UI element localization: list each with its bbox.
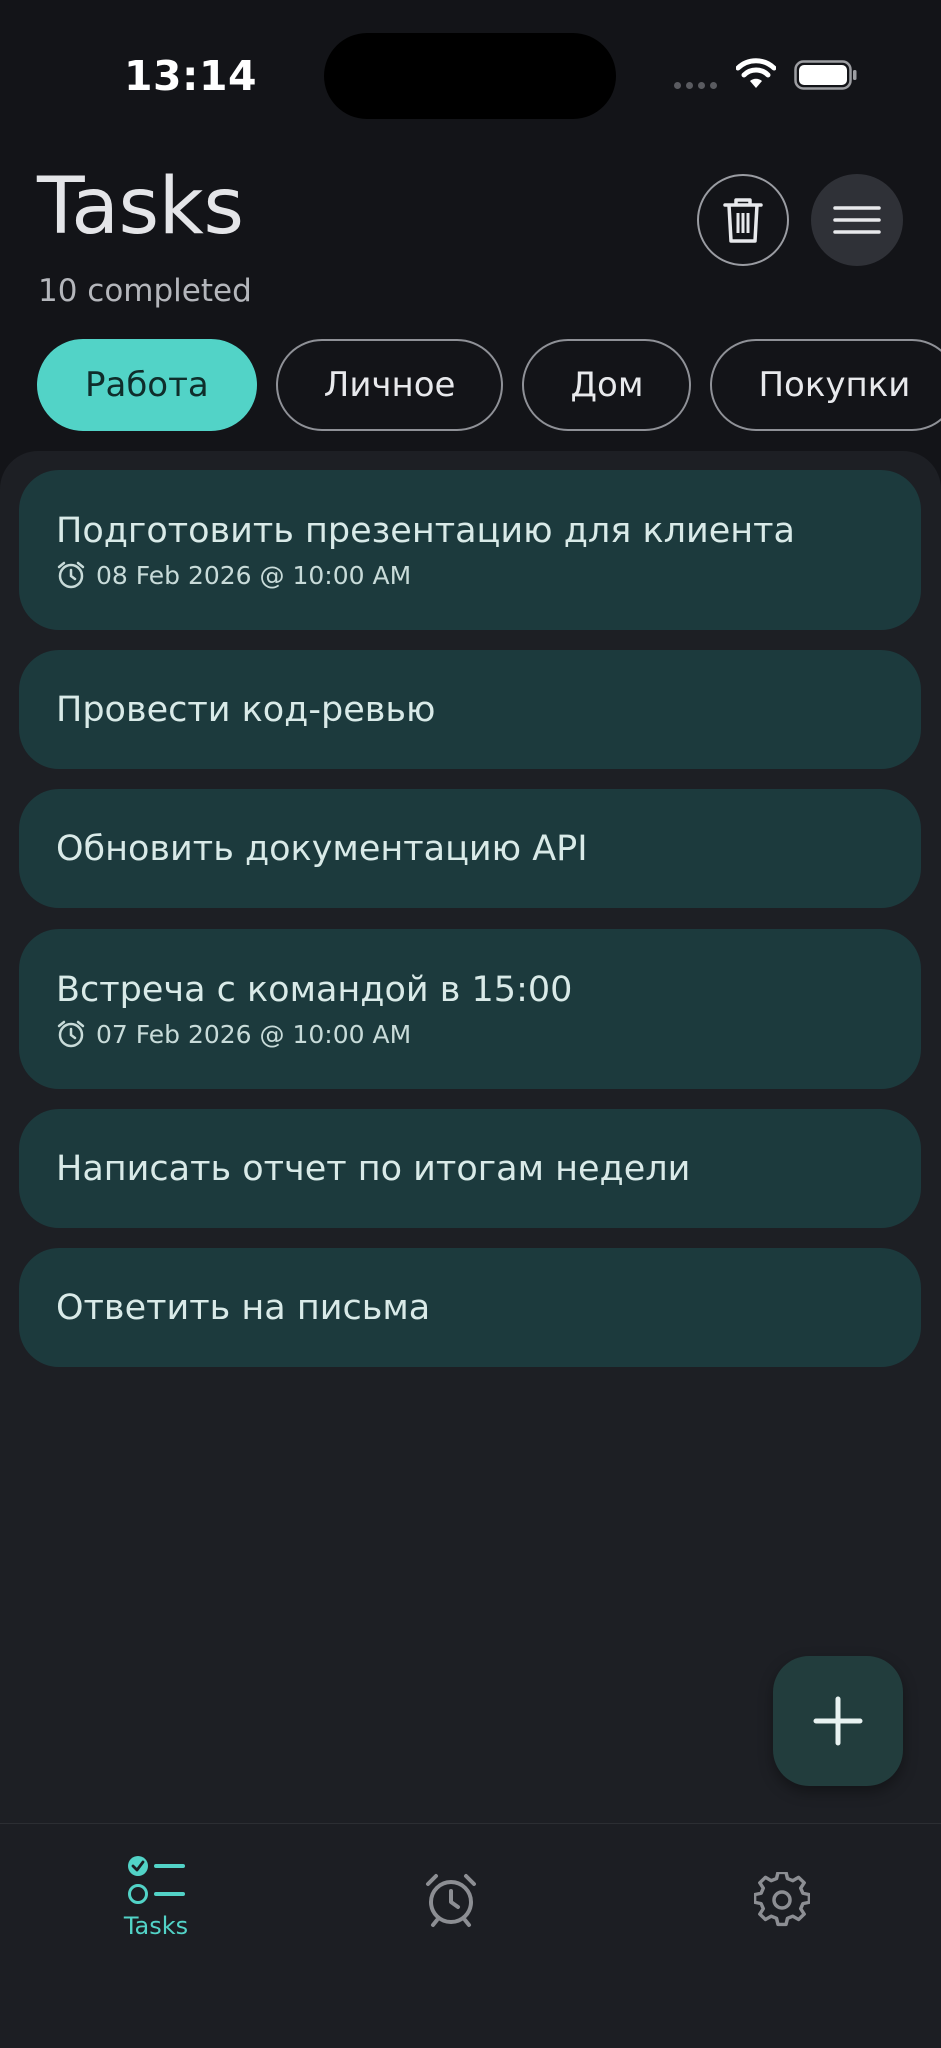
task-title: Обновить документацию API [56,828,588,869]
hamburger-menu-icon [833,206,881,234]
status-time: 13:14 [124,52,258,100]
completed-count: 10 completed [38,273,252,309]
alarm-icon [57,561,85,589]
task-card[interactable]: Подготовить презентацию для клиента 08 F… [19,470,921,630]
task-card[interactable]: Обновить документацию API [19,789,921,908]
chip-lichnoe[interactable]: Личное [275,339,504,431]
nav-tasks[interactable]: Tasks [106,1854,206,1940]
battery-icon [794,60,857,90]
chip-rabota[interactable]: Работа [37,339,257,431]
dynamic-island [324,33,616,119]
cellular-signal-icon [674,82,717,89]
task-card[interactable]: Ответить на письма [19,1248,921,1367]
task-due-date: 08 Feb 2026 @ 10:00 AM [56,560,884,590]
chip-pokupki[interactable]: Покупки [710,339,941,431]
task-title: Ответить на письма [56,1287,431,1328]
alarm-icon [57,1020,85,1048]
task-due-text: 08 Feb 2026 @ 10:00 AM [96,560,412,590]
task-title: Провести код-ревью [56,689,436,730]
add-task-button[interactable] [773,1656,903,1786]
page-title: Tasks [37,162,244,252]
bottom-navigation: Tasks [0,1823,941,2048]
nav-tasks-label: Tasks [123,1912,189,1940]
gear-icon [754,1872,810,1927]
checklist-icon [128,1856,185,1904]
wifi-icon [736,58,776,88]
nav-settings[interactable] [754,1872,810,1928]
task-list-panel: Подготовить презентацию для клиента 08 F… [0,451,941,1824]
task-title: Подготовить презентацию для клиента [56,511,795,551]
task-title: Встреча с командой в 15:00 [56,970,573,1010]
alarm-icon [426,1874,476,1927]
chip-dom[interactable]: Дом [522,339,692,431]
task-card[interactable]: Написать отчет по итогам недели [19,1109,921,1228]
app-screen: 13:14 Tasks 10 completed Работа Личное Д… [0,0,941,2048]
task-due-date: 07 Feb 2026 @ 10:00 AM [56,1019,884,1049]
category-chips: Работа Личное Дом Покупки [37,339,941,431]
task-card[interactable]: Встреча с командой в 15:00 07 Feb 2026 @… [19,929,921,1089]
nav-alarms[interactable] [423,1872,479,1928]
task-card[interactable]: Провести код-ревью [19,650,921,769]
task-title: Написать отчет по итогам недели [56,1148,691,1189]
task-due-text: 07 Feb 2026 @ 10:00 AM [96,1019,412,1049]
menu-button[interactable] [811,174,903,266]
delete-completed-button[interactable] [697,174,789,266]
trash-icon [723,198,763,243]
plus-icon [813,1696,863,1746]
